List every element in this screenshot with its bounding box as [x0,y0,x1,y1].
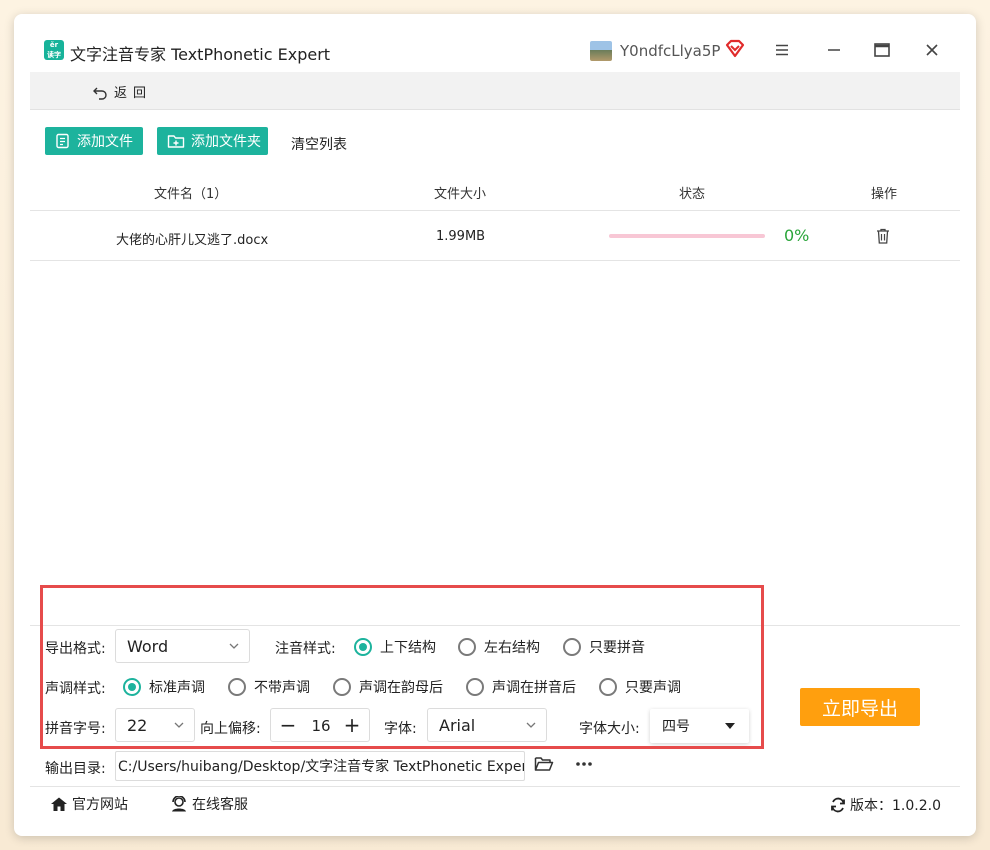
home-icon [51,797,67,811]
official-website-link[interactable]: 官方网站 [50,794,128,814]
radio-checked-icon [354,638,372,656]
radio-unchecked-icon [228,678,246,696]
file-size-cell: 1.99MB [436,229,486,244]
online-support-label: 在线客服 [192,797,248,813]
pinyin-size-value: 22 [127,715,148,735]
radio-label: 标准声调 [149,680,205,696]
offset-stepper[interactable]: − 16 + [270,708,370,742]
back-label: 返回 [114,86,153,101]
decrement-button[interactable]: − [277,713,299,737]
footer-divider [30,786,960,787]
radio-checked-icon [123,678,141,696]
version-info: 版本：1.0.2.0 [830,795,941,815]
support-agent-icon [172,796,186,812]
back-button[interactable]: 返回 [92,82,152,101]
export-format-select[interactable]: Word [115,629,250,663]
export-format-value: Word [127,636,169,656]
radio-tone-after-pinyin[interactable]: 声调在拼音后 [466,677,576,697]
font-label: 字体: [384,721,417,737]
vip-diamond-icon[interactable] [724,38,746,60]
version-label: 版本：1.0.2.0 [850,798,941,814]
avatar[interactable] [590,41,612,61]
add-folder-button[interactable]: 添加文件夹 [157,127,268,155]
pinyin-size-label: 拼音字号: [45,721,106,737]
folder-open-icon[interactable] [534,755,554,773]
file-name-cell: 大佬的心肝儿又逃了.docx [116,233,269,248]
offset-label: 向上偏移: [200,721,261,737]
maximize-icon[interactable] [870,38,894,62]
column-header-status: 状态 [679,187,706,202]
column-header-action: 操作 [871,187,898,202]
official-website-label: 官方网站 [72,797,128,813]
radio-label: 左右结构 [484,640,540,656]
username[interactable]: Y0ndfcLlya5P [620,42,720,60]
close-icon[interactable] [920,38,944,62]
app-logo-text-top: ěr [49,41,59,49]
radio-label: 只要拼音 [589,640,645,656]
radio-unchecked-icon [458,638,476,656]
minimize-icon[interactable] [822,38,846,62]
annotation-style-label: 注音样式: [275,641,336,657]
radio-tone-after-final[interactable]: 声调在韵母后 [333,677,443,697]
column-header-filename: 文件名（1） [154,187,228,202]
radio-label: 只要声调 [625,680,681,696]
column-header-size: 文件大小 [434,187,487,202]
table-header-divider [30,210,960,211]
progress-percent: 0% [784,226,810,245]
radio-unchecked-icon [333,678,351,696]
chevron-down-icon [229,643,239,649]
app-window: ěr 读字 文字注音专家 TextPhonetic Expert Y0ndfcL… [14,14,976,836]
radio-label: 上下结构 [380,640,436,656]
radio-tone-only[interactable]: 只要声调 [599,677,681,697]
radio-unchecked-icon [563,638,581,656]
menu-icon[interactable] [770,38,794,62]
trash-icon[interactable] [875,227,891,245]
chevron-down-icon [526,722,536,728]
output-dir-value: C:/Users/huibang/Desktop/文字注音专家 TextPhon… [118,759,525,775]
tone-style-label: 声调样式: [45,681,106,697]
online-support-link[interactable]: 在线客服 [170,794,248,814]
add-file-label: 添加文件 [77,134,133,150]
radio-tone-none[interactable]: 不带声调 [228,677,310,697]
caret-down-icon [725,723,735,729]
radio-annotation-top-bottom[interactable]: 上下结构 [354,637,436,657]
chevron-down-icon [174,722,184,728]
app-logo: ěr 读字 [44,40,64,60]
refresh-icon [831,797,845,813]
radio-label: 声调在韵母后 [359,680,443,696]
radio-unchecked-icon [466,678,484,696]
title-bar: ěr 读字 文字注音专家 TextPhonetic Expert Y0ndfcL… [14,14,976,74]
font-select[interactable]: Arial [427,708,547,742]
font-size-value: 四号 [662,719,690,735]
radio-annotation-left-right[interactable]: 左右结构 [458,637,540,657]
output-dir-label: 输出目录: [45,761,106,777]
offset-value: 16 [311,717,331,735]
progress-bar [609,234,765,238]
radio-tone-standard[interactable]: 标准声调 [123,677,205,697]
radio-unchecked-icon [599,678,617,696]
app-title: 文字注音专家 TextPhonetic Expert [70,45,331,64]
radio-label: 不带声调 [254,680,310,696]
pinyin-size-select[interactable]: 22 [115,708,195,742]
add-folder-label: 添加文件夹 [191,134,261,150]
radio-label: 声调在拼音后 [492,680,576,696]
add-folder-icon [167,135,185,148]
table-row-divider [30,260,960,261]
font-size-label: 字体大小: [579,721,640,737]
output-dir-field[interactable]: C:/Users/huibang/Desktop/文字注音专家 TextPhon… [115,751,525,781]
add-file-icon [56,133,69,149]
export-format-label: 导出格式: [45,641,106,657]
more-options-icon[interactable] [574,754,594,774]
font-value: Arial [439,715,476,735]
increment-button[interactable]: + [341,713,363,737]
app-logo-text-bottom: 读字 [47,51,61,59]
radio-annotation-pinyin-only[interactable]: 只要拼音 [563,637,645,657]
back-bar: 返回 [30,72,960,110]
export-now-button[interactable]: 立即导出 [800,688,920,726]
clear-list-button[interactable]: 清空列表 [291,134,347,154]
settings-divider [30,625,960,626]
add-file-button[interactable]: 添加文件 [45,127,143,155]
font-size-select[interactable]: 四号 [650,709,749,743]
back-arrow-icon [93,87,107,100]
